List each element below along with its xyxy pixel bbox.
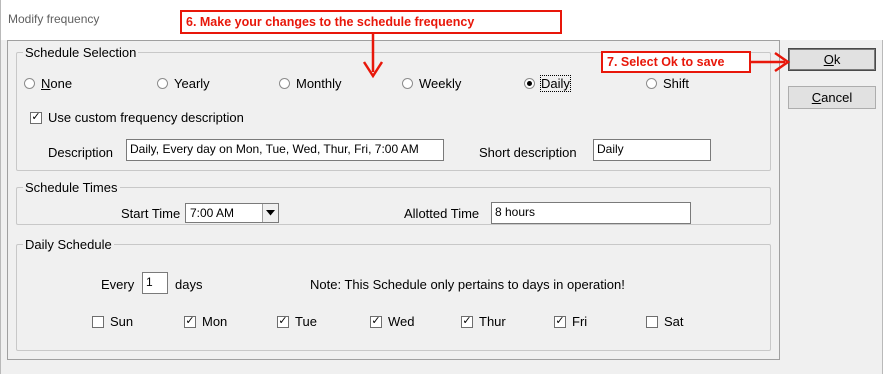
short-description-field[interactable]: Daily bbox=[593, 139, 711, 161]
day-label-wed: Wed bbox=[388, 314, 415, 329]
main-frame: Schedule Selection None Yearly Monthly W… bbox=[7, 40, 780, 360]
step7-callout: 7. Select Ok to save bbox=[601, 51, 751, 73]
radio-weekly-label: Weekly bbox=[419, 76, 462, 91]
days-label: days bbox=[175, 277, 203, 292]
fri-checkmark-icon[interactable]: ✓ bbox=[554, 315, 566, 328]
custom-description-checkbox[interactable]: ✓ Use custom frequency description bbox=[30, 110, 244, 125]
ok-button-label: Ok bbox=[823, 52, 841, 67]
day-label-sun: Sun bbox=[110, 314, 134, 329]
every-label: Every bbox=[101, 277, 135, 292]
step6-text: 6. Make your changes to the schedule fre… bbox=[186, 15, 475, 29]
allotted-time-field[interactable]: 8 hours bbox=[491, 202, 691, 224]
day-checkbox-thur[interactable]: ✓ Thur bbox=[461, 314, 506, 329]
radio-monthly-label: Monthly bbox=[296, 76, 342, 91]
cancel-button[interactable]: Cancel bbox=[788, 86, 876, 109]
start-time-label: Start Time bbox=[121, 206, 181, 221]
step6-arrow-icon bbox=[362, 34, 384, 79]
cancel-button-label: Cancel bbox=[811, 90, 853, 105]
allotted-time-label: Allotted Time bbox=[404, 206, 480, 221]
tue-checkmark-icon[interactable]: ✓ bbox=[277, 315, 289, 328]
day-checkbox-sun[interactable]: Sun bbox=[92, 314, 133, 329]
radio-yearly-label: Yearly bbox=[174, 76, 210, 91]
radio-shift-indicator[interactable] bbox=[646, 78, 657, 89]
operation-note: Note: This Schedule only pertains to day… bbox=[310, 277, 625, 292]
radio-monthly-indicator[interactable] bbox=[279, 78, 290, 89]
description-field[interactable]: Daily, Every day on Mon, Tue, Wed, Thur,… bbox=[126, 139, 444, 161]
dropdown-arrow-icon[interactable] bbox=[262, 204, 278, 222]
radio-yearly[interactable]: Yearly bbox=[157, 76, 210, 91]
daily-schedule-legend: Daily Schedule bbox=[25, 237, 112, 252]
day-label-tue: Tue bbox=[295, 314, 317, 329]
day-checkbox-wed[interactable]: ✓ Wed bbox=[370, 314, 415, 329]
day-label-fri: Fri bbox=[572, 314, 588, 329]
schedule-times-legend: Schedule Times bbox=[25, 180, 118, 195]
radio-yearly-indicator[interactable] bbox=[157, 78, 168, 89]
radio-shift[interactable]: Shift bbox=[646, 76, 689, 91]
custom-description-label: Use custom frequency description bbox=[48, 110, 244, 125]
radio-weekly-indicator[interactable] bbox=[402, 78, 413, 89]
step6-callout: 6. Make your changes to the schedule fre… bbox=[180, 10, 562, 34]
radio-daily[interactable]: Daily bbox=[524, 75, 571, 92]
radio-daily-indicator[interactable] bbox=[524, 78, 535, 89]
start-time-value: 7:00 AM bbox=[190, 206, 235, 220]
day-label-thur: Thur bbox=[479, 314, 506, 329]
window-title: Modify frequency bbox=[8, 12, 100, 26]
day-checkbox-sat[interactable]: Sat bbox=[646, 314, 684, 329]
start-time-dropdown[interactable]: 7:00 AM bbox=[185, 203, 279, 223]
thur-checkmark-icon[interactable]: ✓ bbox=[461, 315, 473, 328]
radio-weekly[interactable]: Weekly bbox=[402, 76, 461, 91]
custom-description-checkmark-icon[interactable]: ✓ bbox=[30, 111, 42, 124]
daily-schedule-group: Daily Schedule bbox=[16, 237, 771, 351]
step7-arrow-icon bbox=[751, 51, 791, 73]
schedule-selection-legend: Schedule Selection bbox=[25, 45, 137, 60]
day-checkbox-tue[interactable]: ✓ Tue bbox=[277, 314, 317, 329]
radio-daily-label: Daily bbox=[540, 75, 571, 92]
radio-none-label: None bbox=[41, 76, 73, 91]
sat-checkbox-indicator[interactable] bbox=[646, 315, 658, 328]
day-checkbox-fri[interactable]: ✓ Fri bbox=[554, 314, 587, 329]
radio-none[interactable]: None bbox=[24, 76, 72, 91]
mon-checkmark-icon[interactable]: ✓ bbox=[184, 315, 196, 328]
radio-shift-label: Shift bbox=[663, 76, 690, 91]
day-checkbox-mon[interactable]: ✓ Mon bbox=[184, 314, 227, 329]
ok-button[interactable]: Ok bbox=[788, 48, 876, 71]
day-label-sat: Sat bbox=[664, 314, 684, 329]
wed-checkmark-icon[interactable]: ✓ bbox=[370, 315, 382, 328]
sun-checkbox-indicator[interactable] bbox=[92, 315, 104, 328]
short-description-label: Short description bbox=[479, 145, 577, 160]
description-label: Description bbox=[48, 145, 114, 160]
step7-text: 7. Select Ok to save bbox=[607, 55, 725, 69]
radio-monthly[interactable]: Monthly bbox=[279, 76, 342, 91]
day-label-mon: Mon bbox=[202, 314, 228, 329]
modify-frequency-dialog: Modify frequency Schedule Selection None… bbox=[0, 0, 883, 374]
every-days-field[interactable]: 1 bbox=[142, 272, 168, 294]
radio-none-indicator[interactable] bbox=[24, 78, 35, 89]
